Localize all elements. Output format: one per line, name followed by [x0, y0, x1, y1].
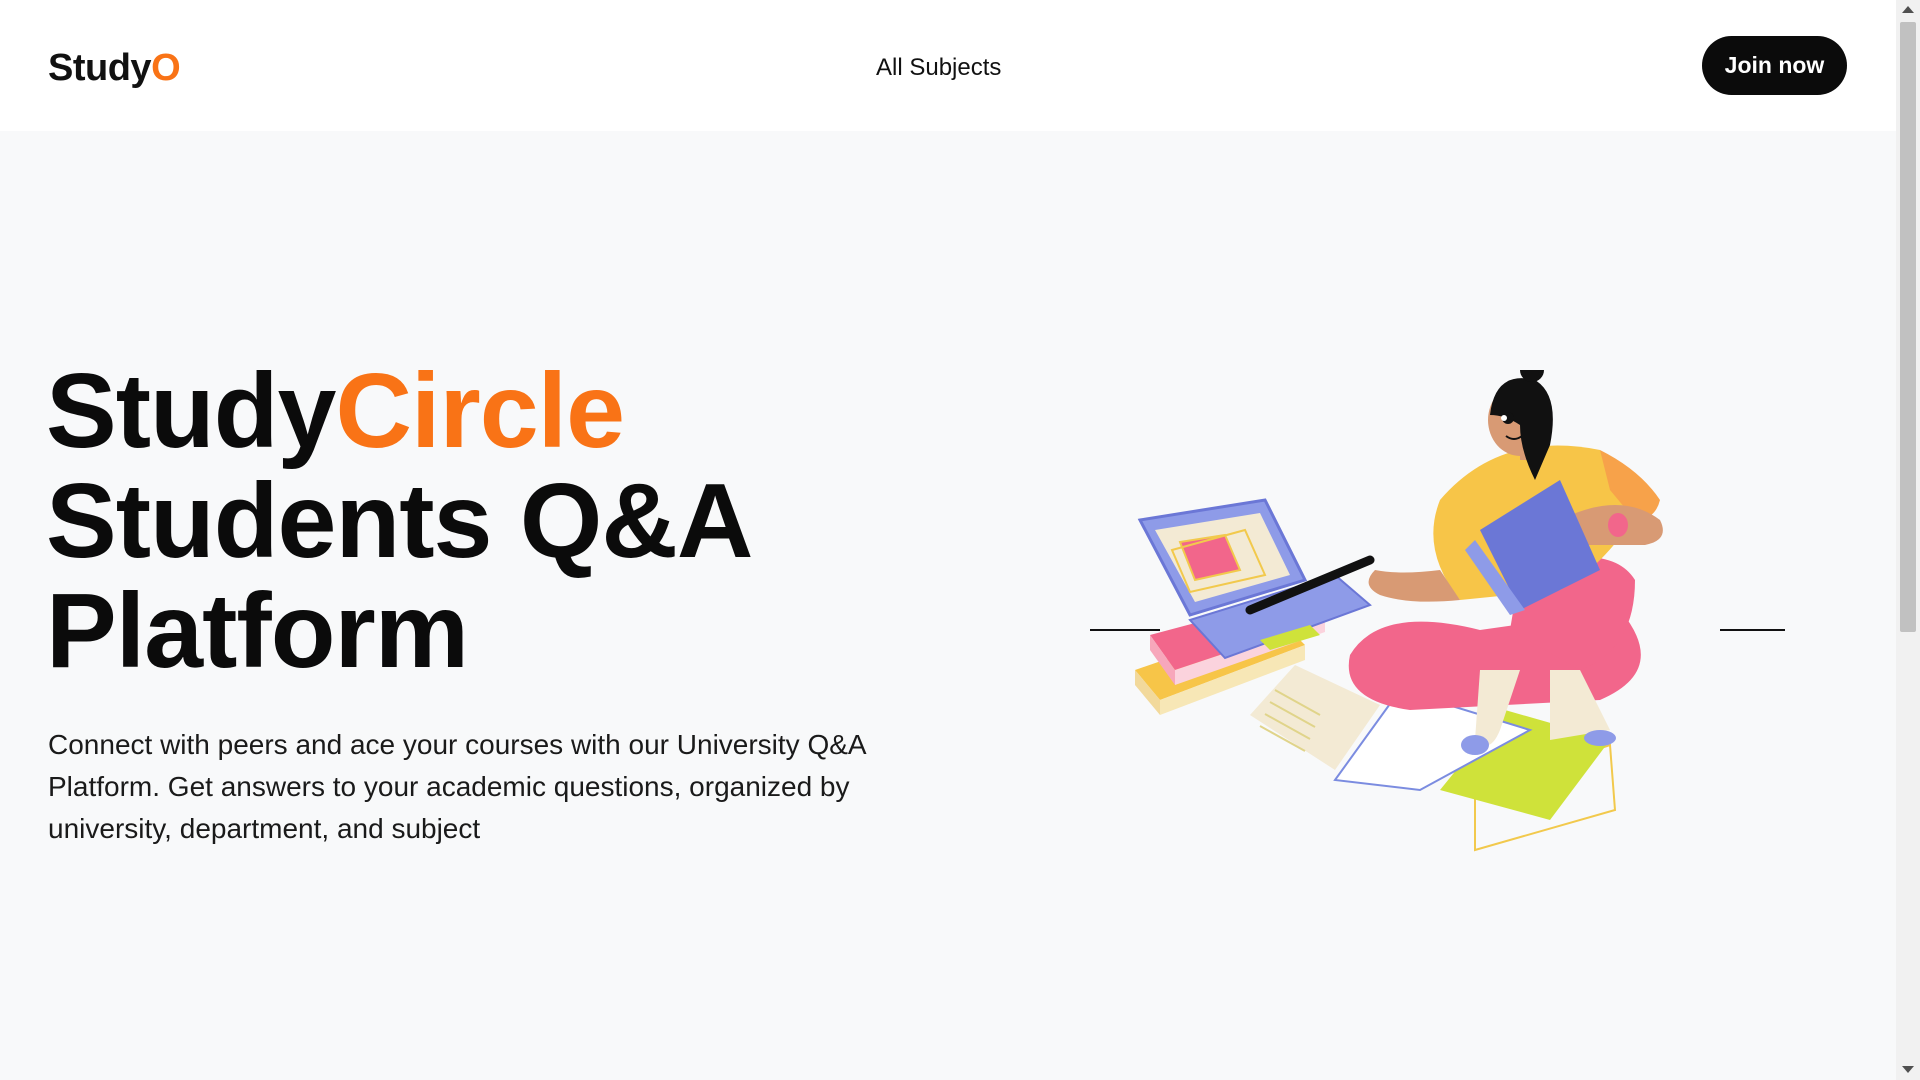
scroll-thumb[interactable] — [1900, 22, 1916, 632]
scroll-down-icon[interactable] — [1902, 1066, 1914, 1073]
hero-title: StudyCircle Students Q&A Platform — [46, 356, 753, 690]
hero-title-line1: StudyCircle — [46, 356, 752, 466]
scroll-up-icon[interactable] — [1902, 6, 1914, 13]
site-header: StudyO All Subjects Join now — [0, 0, 1896, 131]
hero-title-line3: Platform — [46, 572, 469, 690]
logo[interactable]: StudyO — [48, 44, 181, 92]
nav-all-subjects[interactable]: All Subjects — [876, 52, 1001, 84]
hero-title-circle: Circle — [335, 352, 625, 470]
scrollbar[interactable] — [1896, 0, 1920, 1080]
hero-title-line2: Students Q&A — [46, 462, 753, 580]
student-studying-illustration — [1090, 370, 1785, 852]
hero-title-study: Study — [46, 352, 336, 470]
join-now-button[interactable]: Join now — [1702, 36, 1847, 95]
logo-text: Study — [48, 47, 152, 89]
hero-description: Connect with peers and ace your courses … — [48, 729, 866, 844]
logo-accent: O — [151, 47, 181, 89]
